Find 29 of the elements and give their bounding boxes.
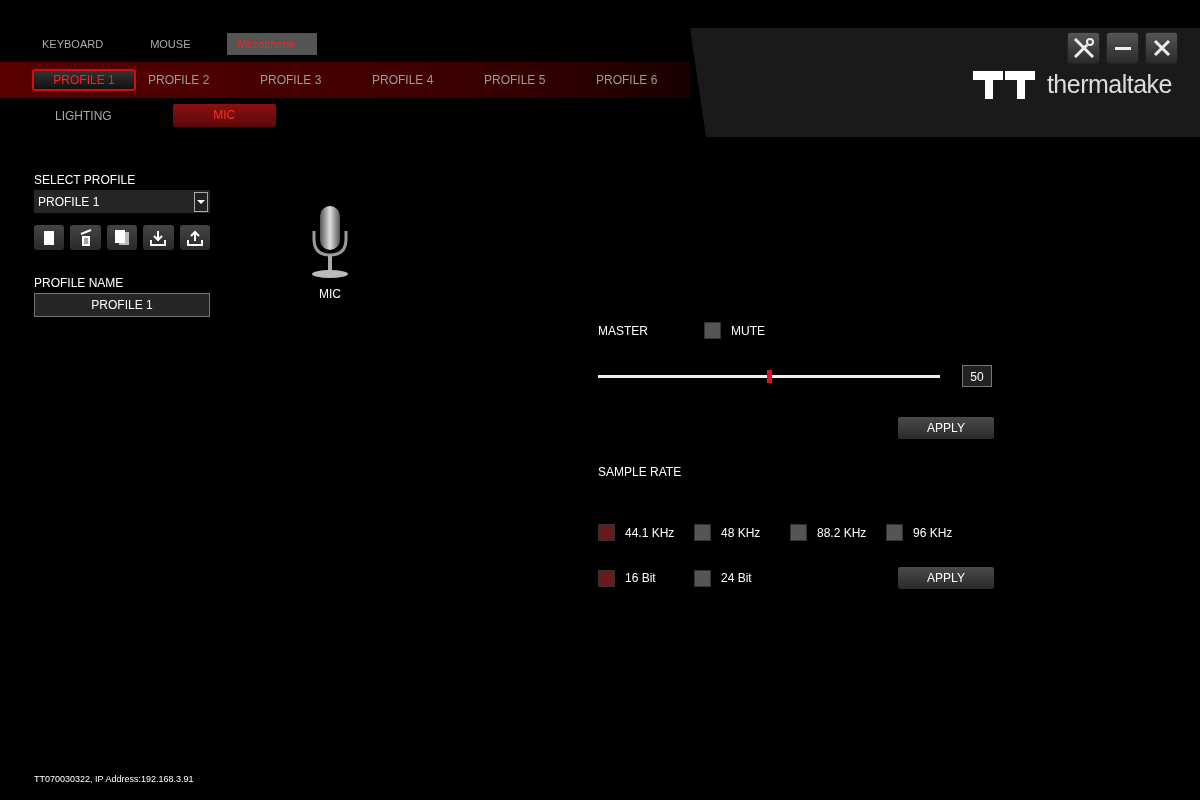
status-text: TT070030322, IP Address:192.168.3.91: [34, 774, 194, 784]
mute-label: MUTE: [731, 323, 765, 338]
volume-value: 50: [962, 365, 992, 387]
rate-label: 44.1 KHz: [625, 525, 675, 540]
device-tab[interactable]: KEYBOARD: [42, 33, 104, 55]
select-profile-label: SELECT PROFILE: [34, 173, 137, 187]
apply-button[interactable]: APPLY: [898, 417, 994, 439]
profile-name-label: PROFILE NAME: [34, 276, 125, 290]
profile-dropdown[interactable]: PROFILE 1: [34, 190, 210, 213]
profile-tab[interactable]: PROFILE 1: [32, 69, 136, 91]
profile-tab[interactable]: PROFILE 6: [596, 73, 658, 87]
rate-label: 88.2 KHz: [817, 525, 867, 540]
device-tab[interactable]: MOUSE: [150, 33, 191, 55]
dropdown-value: PROFILE 1: [38, 194, 100, 209]
sample-rate-label: SAMPLE RATE: [598, 465, 683, 479]
profile-tab[interactable]: PROFILE 2: [148, 73, 260, 87]
mic-label: MIC: [319, 287, 341, 301]
bit-depth-label: 24 Bit: [721, 571, 752, 585]
rate-label: 48 KHz: [721, 525, 761, 540]
bit-depth-label: 16 Bit: [625, 571, 656, 585]
rate-label: 96 KHz: [913, 525, 953, 540]
profile-tab[interactable]: PROFILE 3: [260, 73, 372, 87]
profile-name-field[interactable]: PROFILE 1: [34, 293, 210, 317]
logo-text: thermaltake: [1046, 70, 1172, 99]
profile-tab[interactable]: PROFILE 5: [484, 73, 596, 87]
profile-tab[interactable]: PROFILE 4: [372, 73, 484, 87]
apply-button[interactable]: APPLY: [898, 567, 994, 589]
sub-tab[interactable]: LIGHTING: [55, 108, 112, 123]
master-label: MASTER: [598, 323, 649, 338]
